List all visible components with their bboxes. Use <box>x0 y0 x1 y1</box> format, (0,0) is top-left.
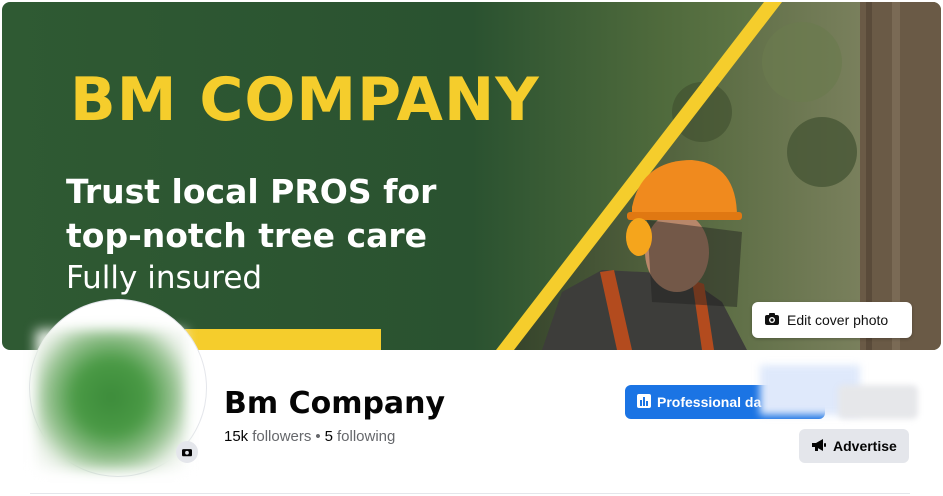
megaphone-icon <box>811 438 827 455</box>
redacted-button[interactable] <box>838 385 918 419</box>
profile-stats: 15k followers • 5 following <box>224 428 395 445</box>
bar-chart-icon <box>637 393 651 411</box>
edit-cover-photo-button[interactable]: Edit cover photo <box>752 302 912 338</box>
advertise-label: Advertise <box>833 438 897 454</box>
cover-tagline-line-1: Trust local PROS for <box>66 172 437 211</box>
tree-trunk <box>860 2 941 350</box>
avatar-camera-icon[interactable] <box>176 441 198 463</box>
followers-label[interactable]: followers <box>252 428 311 445</box>
following-label[interactable]: following <box>337 428 395 445</box>
advertise-button[interactable]: Advertise <box>799 429 909 463</box>
stats-separator: • <box>315 428 321 445</box>
ear-defender <box>626 218 652 256</box>
camera-icon <box>764 312 780 329</box>
cover-cta-banner <box>185 329 381 350</box>
cover-insured-text: Fully insured <box>66 260 263 296</box>
following-count[interactable]: 5 <box>325 428 333 445</box>
section-divider <box>30 493 910 494</box>
professional-dashboard-label: Professional da <box>657 394 762 410</box>
page-title: Bm Company <box>224 386 446 421</box>
cover-tagline: Trust local PROS for top-notch tree care <box>66 170 436 258</box>
avatar[interactable] <box>36 330 186 470</box>
cover-photo: BM COMPANY Trust local PROS for top-notc… <box>2 2 941 350</box>
edit-cover-photo-label: Edit cover photo <box>787 312 889 328</box>
followers-count[interactable]: 15k <box>224 428 248 445</box>
visor <box>647 220 742 307</box>
cover-headline: BM COMPANY <box>70 65 540 135</box>
cover-tagline-line-2: top-notch tree care <box>66 216 428 255</box>
